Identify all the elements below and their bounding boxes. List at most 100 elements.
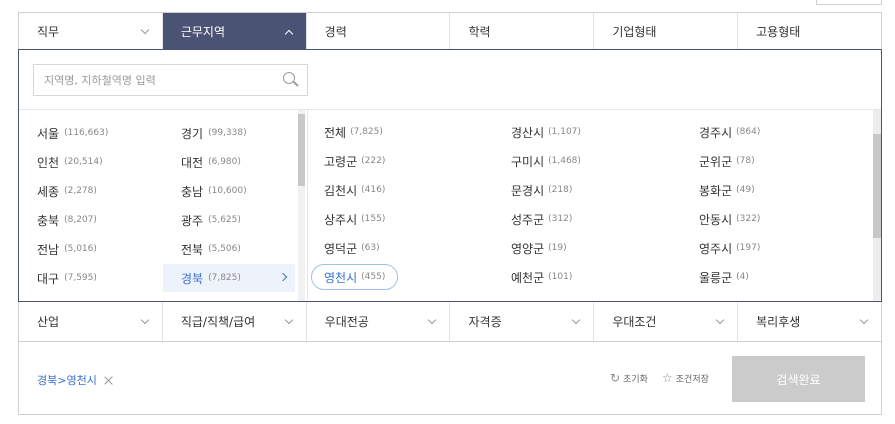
city-item[interactable]: 봉화군 (49) [699, 177, 755, 203]
tab-benefits[interactable]: 복리후생 [738, 302, 881, 341]
filter-tabs-bottom: 산업 직급/직책/급여 우대전공 자격증 우대조건 복리후생 [18, 302, 882, 342]
region-list: 서울 (116,663) 경기 (99,338) 인천 (20,514) 대전 (6,9… [19, 110, 307, 301]
tab-job[interactable]: 직무 [19, 13, 163, 50]
city-item[interactable]: 전체 (7,825) [324, 119, 383, 145]
city-scrollbar[interactable] [873, 110, 881, 301]
region-item-jeonnam[interactable]: 전남 (5,016) [19, 235, 151, 263]
search-complete-button[interactable]: 검색완료 [732, 356, 865, 402]
tab-label: 직무 [37, 25, 60, 39]
city-item[interactable]: 예천군 (101) [511, 264, 572, 290]
region-count: (6,980) [208, 157, 241, 167]
city-item[interactable]: 군위군 (78) [699, 148, 755, 174]
region-item-jeonbuk[interactable]: 전북 (5,506) [163, 235, 295, 263]
city-item[interactable]: 경주시 (864) [699, 119, 760, 145]
close-icon[interactable] [104, 376, 113, 385]
top-stub [816, 0, 882, 5]
city-item[interactable]: 김천시 (416) [324, 177, 385, 203]
city-name: 울릉군 [699, 270, 733, 285]
region-count: (7,825) [208, 273, 241, 283]
city-name: 경산시 [511, 125, 545, 140]
reset-label: 초기화 [623, 374, 648, 385]
region-item-chungnam[interactable]: 충남 (10,600) [163, 177, 295, 205]
tab-employment-type[interactable]: 고용형태 [738, 13, 881, 50]
tab-industry[interactable]: 산업 [19, 302, 163, 341]
region-item-gyeonggi[interactable]: 경기 (99,338) [163, 119, 295, 147]
tab-label: 우대조건 [612, 315, 657, 329]
tab-preferred-major[interactable]: 우대전공 [307, 302, 451, 341]
tab-label: 자격증 [468, 315, 502, 329]
region-item-daegu[interactable]: 대구 (7,595) [19, 264, 151, 292]
region-name: 충남 [181, 184, 204, 199]
tab-label: 직급/직책/급여 [180, 315, 256, 329]
city-scrollbar-thumb[interactable] [873, 134, 881, 238]
city-name: 예천군 [511, 270, 545, 285]
city-count: (63) [361, 243, 380, 253]
region-count: (20,514) [64, 157, 103, 167]
city-item[interactable]: 고령군 (222) [324, 148, 385, 174]
chevron-right-icon [278, 272, 288, 282]
filter-tabs-top: 직무 근무지역 경력 학력 기업형태 고용형태 [18, 12, 882, 50]
region-item-gwangju[interactable]: 광주 (5,625) [163, 206, 295, 234]
region-name: 세종 [37, 184, 60, 199]
location-panel: 서울 (116,663) 경기 (99,338) 인천 (20,514) 대전 (6,9… [18, 49, 882, 302]
region-count: (99,338) [208, 128, 247, 138]
region-item-sejong[interactable]: 세종 (2,278) [19, 177, 151, 205]
city-name: 고령군 [324, 154, 358, 169]
city-item[interactable]: 울릉군 (4) [699, 264, 749, 290]
city-count: (322) [736, 214, 761, 224]
selected-filter-label: 경북>영천시 [37, 374, 97, 387]
region-name: 광주 [181, 213, 204, 228]
region-item-incheon[interactable]: 인천 (20,514) [19, 148, 151, 176]
region-count: (2,278) [64, 186, 97, 196]
location-search-box [33, 64, 308, 96]
region-name: 전남 [37, 242, 60, 257]
tab-career[interactable]: 경력 [307, 13, 451, 50]
region-item-seoul[interactable]: 서울 (116,663) [19, 119, 151, 147]
region-name: 경기 [181, 126, 204, 141]
region-item-chungbuk[interactable]: 충북 (8,207) [19, 206, 151, 234]
city-name: 봉화군 [699, 183, 733, 198]
region-count: (8,207) [64, 215, 97, 225]
city-name: 구미시 [511, 154, 545, 169]
city-item[interactable]: 영주시 (197) [699, 235, 760, 261]
city-item[interactable]: 구미시 (1,468) [511, 148, 581, 174]
region-count: (5,625) [208, 215, 241, 225]
tab-preferred-conditions[interactable]: 우대조건 [594, 302, 739, 341]
tab-education[interactable]: 학력 [450, 13, 595, 50]
tab-label: 고용형태 [756, 25, 801, 39]
chevron-down-icon [572, 315, 581, 325]
location-search-input[interactable] [44, 73, 283, 87]
save-conditions-label: 조건저장 [675, 374, 709, 385]
city-item[interactable]: 성주군 (312) [511, 206, 572, 232]
chevron-down-icon [715, 315, 725, 325]
region-item-daejeon[interactable]: 대전 (6,980) [163, 148, 295, 176]
city-name: 문경시 [511, 183, 545, 198]
city-name: 영주시 [699, 241, 733, 256]
city-item[interactable]: 문경시 (218) [511, 177, 572, 203]
search-icon[interactable] [283, 72, 299, 88]
reset-button[interactable]: ↻ 초기화 [610, 371, 648, 385]
region-scrollbar-thumb[interactable] [298, 114, 305, 186]
city-item[interactable]: 안동시 (322) [699, 206, 760, 232]
tab-label: 경력 [324, 25, 347, 39]
chevron-down-icon [428, 315, 437, 325]
city-name: 영양군 [511, 241, 545, 256]
region-name: 경북 [181, 271, 204, 286]
tab-location[interactable]: 근무지역 [162, 13, 307, 50]
region-name: 충북 [37, 213, 60, 228]
region-scrollbar[interactable] [298, 110, 305, 301]
region-item-gyeongbuk[interactable]: 경북 (7,825) [163, 264, 295, 292]
region-name: 전북 [181, 242, 204, 257]
city-item[interactable]: 경산시 (1,107) [511, 119, 581, 145]
city-name: 안동시 [699, 212, 733, 227]
save-conditions-button[interactable]: ☆ 조건저장 [662, 371, 709, 385]
city-count: (19) [548, 243, 567, 253]
city-item[interactable]: 영덕군 (63) [324, 235, 380, 261]
tab-certificate[interactable]: 자격증 [450, 302, 595, 341]
tab-rank-salary[interactable]: 직급/직책/급여 [163, 302, 307, 341]
city-item-selected[interactable]: 영천시 (455) [311, 264, 399, 290]
city-item[interactable]: 상주시 (155) [324, 206, 385, 232]
city-name: 성주군 [511, 212, 545, 227]
tab-company-type[interactable]: 기업형태 [594, 13, 739, 50]
city-item[interactable]: 영양군 (19) [511, 235, 567, 261]
